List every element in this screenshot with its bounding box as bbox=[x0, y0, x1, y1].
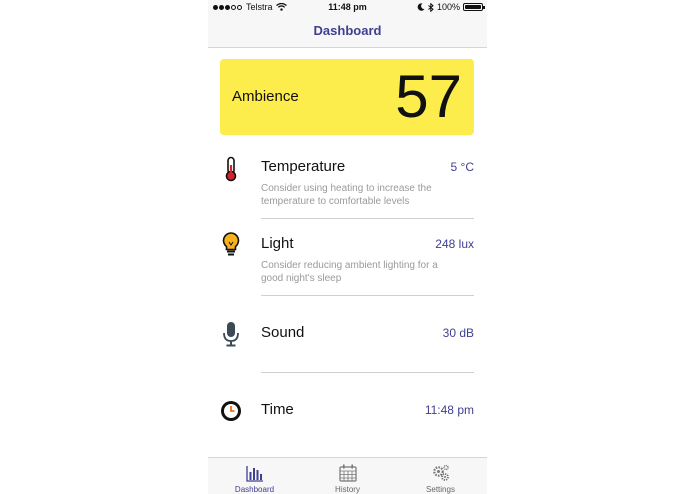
time-title: Time bbox=[261, 401, 294, 418]
nav-bar: Dashboard bbox=[208, 15, 487, 48]
page-title: Dashboard bbox=[313, 23, 382, 38]
divider bbox=[261, 372, 474, 373]
light-title: Light bbox=[261, 235, 294, 252]
list-item-light[interactable]: Light 248 lux Consider reducing ambient … bbox=[208, 227, 487, 297]
moon-icon bbox=[417, 3, 425, 11]
gears-icon bbox=[432, 464, 449, 481]
tab-dashboard[interactable]: Dashboard bbox=[208, 458, 301, 494]
ambience-value: 57 bbox=[395, 63, 462, 130]
status-bar: Telstra 11:48 pm 100% bbox=[208, 0, 487, 15]
battery-percent: 100% bbox=[436, 2, 460, 12]
status-right: 100% bbox=[414, 2, 485, 12]
sound-value: 30 dB bbox=[442, 326, 474, 340]
tab-history[interactable]: History bbox=[301, 458, 394, 494]
bluetooth-icon bbox=[428, 2, 434, 12]
light-description: Consider reducing ambient lighting for a… bbox=[261, 260, 438, 284]
time-value: 11:48 pm bbox=[424, 403, 474, 417]
sound-title: Sound bbox=[261, 324, 305, 341]
list-item-time[interactable]: Time 11:48 pm bbox=[208, 381, 487, 451]
ambience-card[interactable]: Ambience 57 bbox=[220, 59, 474, 135]
clock-icon bbox=[221, 401, 241, 421]
temperature-value: 5 °C bbox=[450, 160, 474, 174]
battery-icon bbox=[463, 3, 485, 11]
calendar-icon bbox=[338, 464, 357, 482]
divider bbox=[261, 295, 474, 296]
tab-settings-label: Settings bbox=[426, 485, 455, 494]
list-item-temperature[interactable]: Temperature 5 °C Consider using heating … bbox=[208, 150, 487, 220]
divider bbox=[261, 218, 474, 219]
list-item-sound[interactable]: Sound 30 dB bbox=[208, 304, 487, 374]
tab-history-label: History bbox=[335, 485, 360, 494]
temperature-description: Consider using heating to increase the t… bbox=[261, 183, 432, 207]
ambience-label: Ambience bbox=[232, 88, 299, 105]
bar-chart-icon bbox=[245, 466, 263, 482]
light-value: 248 lux bbox=[435, 237, 474, 251]
phone-screen: Telstra 11:48 pm 100% Dashboard Ambience… bbox=[208, 0, 487, 494]
light-bulb-icon bbox=[222, 232, 240, 256]
tab-settings[interactable]: Settings bbox=[394, 458, 487, 494]
microphone-icon bbox=[223, 322, 239, 347]
tab-dashboard-label: Dashboard bbox=[234, 485, 275, 494]
temperature-title: Temperature bbox=[261, 158, 346, 175]
tab-bar: Dashboard History Settings bbox=[208, 457, 487, 494]
thermometer-icon bbox=[225, 156, 237, 182]
